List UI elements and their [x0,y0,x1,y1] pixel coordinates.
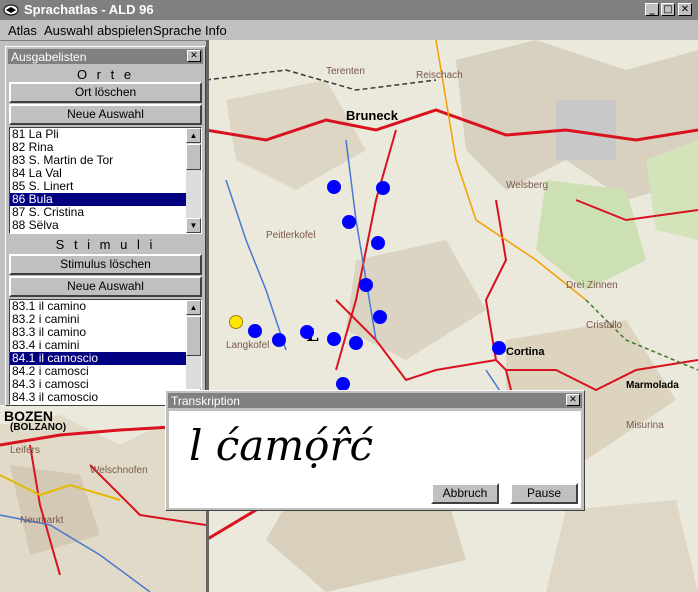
menu-auswahl[interactable]: Auswahl [44,23,93,38]
close-button[interactable]: ✕ [678,3,692,16]
stimuli-neue-auswahl-button[interactable]: Neue Auswahl [9,276,202,297]
menu-bar: Atlas Auswahl abspielen Sprache Info [0,20,698,41]
title-bar: Sprachatlas - ALD 96 _ □ ✕ [0,0,698,20]
menu-atlas[interactable]: Atlas [8,23,37,38]
map-point[interactable] [272,333,286,347]
map-place-label: Langkofel [226,340,270,351]
transkription-dialog: Transkription ✕ l ćamọ́r̂ć Abbruch Pause [165,390,585,511]
scroll-thumb[interactable] [186,316,201,356]
map-place-label: Drei Zinnen [566,280,618,291]
menu-info[interactable]: Info [205,23,227,38]
ausgabelisten-panel: Ausgabelisten ✕ O r t e Ort löschen Neue… [5,46,206,406]
orte-heading: O r t e [76,67,135,82]
map-point[interactable] [492,341,506,355]
map-place-label: Welsberg [506,180,549,191]
dialog-title-bar: Transkription ✕ [168,393,582,408]
panel-title: Ausgabelisten [11,50,87,64]
orte-scrollbar[interactable]: ▲ ▼ [186,128,201,233]
dialog-title: Transkription [171,394,240,408]
map-label-bruneck: Bruneck [346,108,399,123]
map-point-yellow[interactable] [229,315,243,329]
abbruch-button[interactable]: Abbruch [431,483,499,504]
map-place-label: Terenten [326,66,365,77]
map-point[interactable] [371,236,385,250]
dialog-close-button[interactable]: ✕ [566,394,580,406]
map-point[interactable] [359,278,373,292]
minimize-button[interactable]: _ [645,3,659,16]
map-point[interactable] [376,181,390,195]
map-place-label: Peitlerkofel [266,230,316,241]
orte-list[interactable]: 81 La Pli 82 Rina 83 S. Martin de Tor 84… [9,127,202,234]
scroll-thumb[interactable] [186,144,201,170]
map-label-marmolada: Marmolada [626,380,679,391]
panel-title-bar: Ausgabelisten ✕ [8,49,203,64]
stimulus-loeschen-button[interactable]: Stimulus löschen [9,254,202,275]
menu-sprache[interactable]: Sprache [153,23,201,38]
map-place-label: Reischach [416,70,463,81]
panel-close-button[interactable]: ✕ [187,50,201,62]
orte-neue-auswahl-button[interactable]: Neue Auswahl [9,104,202,125]
map-place-label: Neumarkt [20,515,64,526]
scroll-down-arrow-icon[interactable]: ▼ [186,218,201,233]
scroll-up-arrow-icon[interactable]: ▲ [186,128,201,143]
map-place-label: Welschnofen [90,465,148,476]
map-point[interactable] [300,325,314,339]
menu-abspielen[interactable]: abspielen [97,23,153,38]
map-point[interactable] [327,180,341,194]
map-label-cortina: Cortina [506,346,545,358]
scroll-up-arrow-icon[interactable]: ▲ [186,300,201,315]
stimuli-heading: S t i m u l i [55,237,156,252]
maximize-button[interactable]: □ [661,3,675,16]
window-title: Sprachatlas - ALD 96 [24,2,154,17]
list-item[interactable]: 84.3 il camoscio [10,391,188,404]
transcription-box: l ćamọ́r̂ć Abbruch Pause [169,411,581,508]
stimuli-scrollbar[interactable]: ▲ ▼ [186,300,201,404]
map-place-label: Misurina [626,420,664,431]
map-point[interactable] [342,215,356,229]
map-place-label: Leifers [10,445,41,456]
ort-loeschen-button[interactable]: Ort löschen [9,82,202,103]
map-point[interactable] [373,310,387,324]
map-point[interactable] [248,324,262,338]
map-point[interactable] [336,377,350,391]
list-item[interactable]: 88 Sëlva [10,219,188,232]
map-point[interactable] [327,332,341,346]
map-point[interactable] [349,336,363,350]
map-place-label: Cristallo [586,320,623,331]
app-icon [3,4,19,16]
pause-button[interactable]: Pause [510,483,578,504]
transcription-text: l ćamọ́r̂ć [189,421,374,470]
map-label-bolzano: (BOLZANO) [10,422,67,433]
